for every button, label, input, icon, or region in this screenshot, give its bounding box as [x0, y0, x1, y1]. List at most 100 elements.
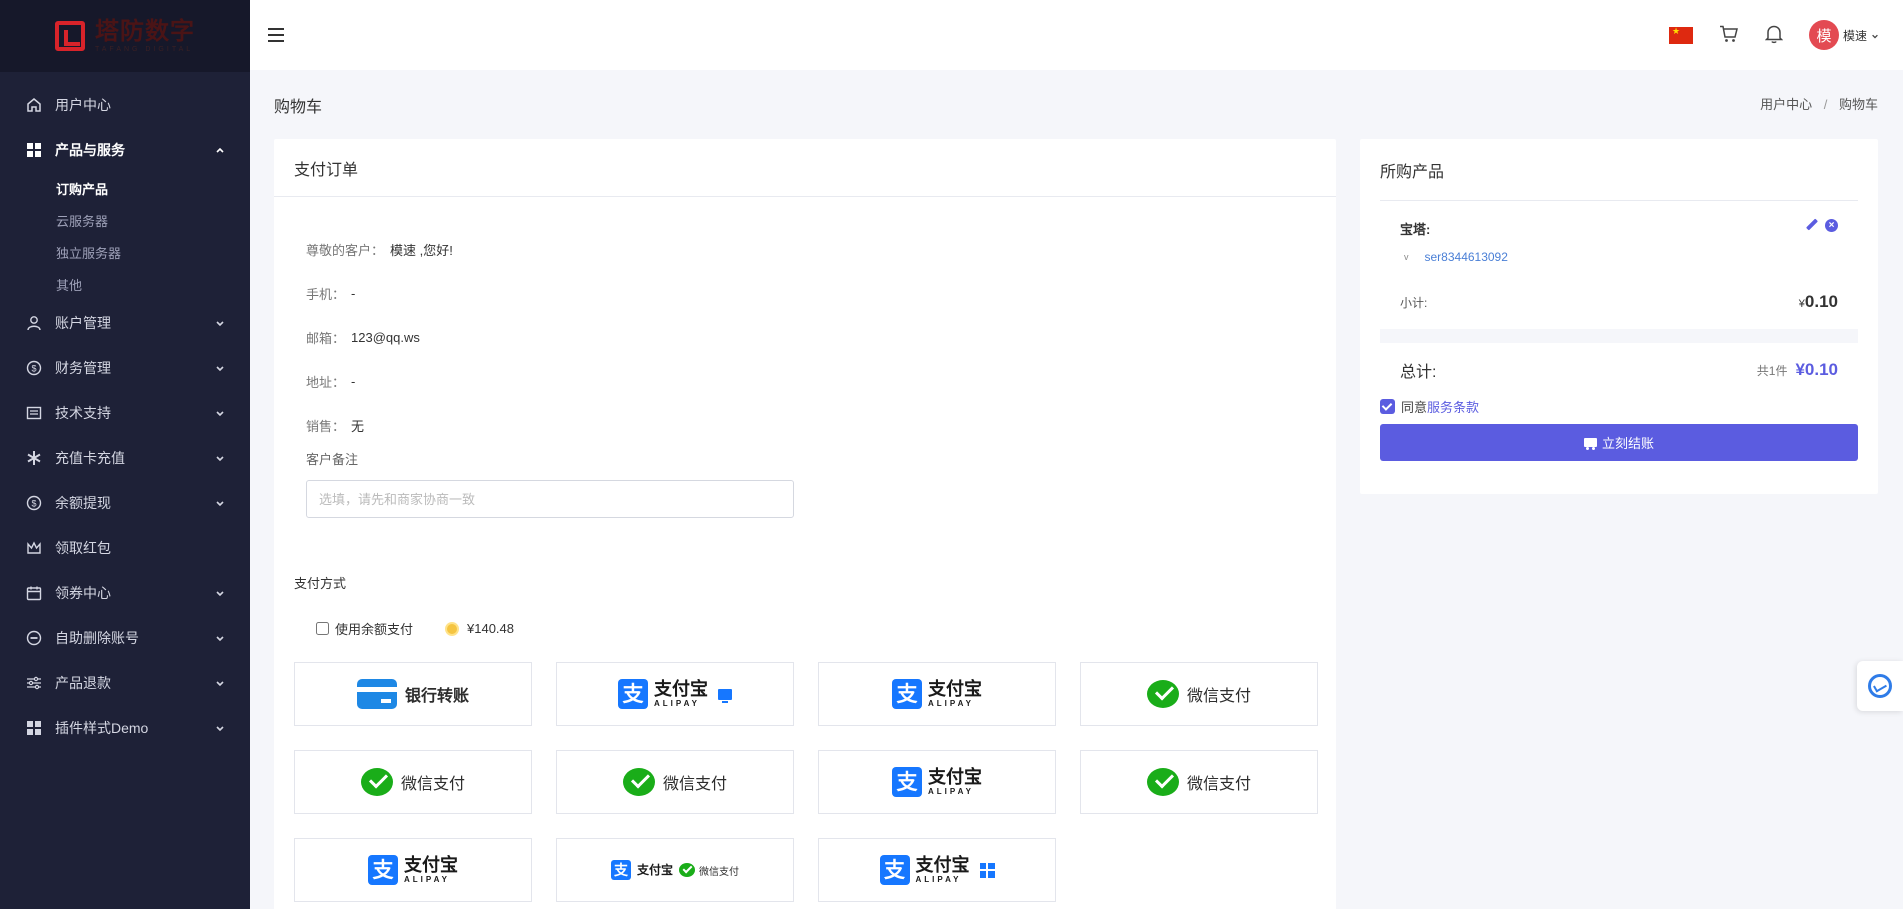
floating-support-button[interactable]: [1857, 661, 1903, 711]
sidebar-subitem-other[interactable]: 其他: [0, 268, 250, 300]
sidebar-item-label: 充值卡充值: [55, 449, 125, 466]
wechat-label: 微信支付: [662, 776, 727, 793]
subtotal-row: 小计: ¥0.10: [1400, 292, 1838, 312]
alipay-icon: 支: [610, 860, 631, 880]
total-count: 共1件: [1756, 363, 1788, 378]
topbar-actions: 模 模速: [1668, 20, 1879, 50]
phone-label: 手机：: [306, 286, 346, 302]
breadcrumb: 用户中心 / 购物车: [1760, 94, 1878, 113]
alipay-icon: 支: [892, 679, 922, 709]
terms-checkbox[interactable]: [1380, 399, 1395, 414]
sidebar-item-recharge-card[interactable]: 充值卡充值: [0, 435, 250, 480]
sidebar-item-account[interactable]: 账户管理: [0, 300, 250, 345]
terms-link[interactable]: 服务条款: [1427, 397, 1479, 416]
alipay-text: 支付宝 ALIPAY: [928, 768, 982, 796]
breadcrumb-link-user-center[interactable]: 用户中心: [1760, 97, 1812, 112]
sidebar-subitem-dedicated[interactable]: 独立服务器: [0, 236, 250, 268]
alipay-en-label: ALIPAY: [404, 875, 451, 884]
checkout-button[interactable]: 立刻结账: [1380, 424, 1858, 461]
balance-pay-label[interactable]: 使用余额支付: [335, 619, 413, 638]
cart-icon[interactable]: [1719, 25, 1739, 46]
sidebar-subitem-cloud[interactable]: 云服务器: [0, 204, 250, 236]
balance-amount: ¥140.48: [467, 621, 515, 636]
sidebar-item-red-packet[interactable]: 领取红包: [0, 525, 250, 570]
payment-order-card: 支付订单 尊敬的客户： 模速 ,您好! 手机： - 邮箱： 123@qq.ws …: [274, 139, 1336, 909]
topbar: 模 模速: [250, 0, 1903, 70]
remark-label: 客户备注: [306, 452, 359, 467]
qr-code-icon: [979, 862, 995, 878]
remove-icon[interactable]: ×: [1825, 219, 1838, 232]
user-menu[interactable]: 模 模速: [1808, 20, 1879, 50]
wechat-logo: 微信支付: [1146, 680, 1251, 708]
sidebar-item-support[interactable]: 技术支持: [0, 390, 250, 435]
sidebar-item-label: 账户管理: [55, 314, 111, 331]
sidebar-item-label: 财务管理: [55, 359, 111, 376]
edit-icon[interactable]: [1805, 219, 1817, 231]
sidebar-item-withdraw[interactable]: $ 余额提现: [0, 480, 250, 525]
phone-row: 手机： -: [306, 271, 1304, 315]
address-row: 地址： -: [306, 359, 1304, 403]
email-row: 邮箱： 123@qq.ws: [306, 315, 1304, 359]
agree-label: 同意: [1401, 400, 1428, 415]
ticket-icon: [25, 404, 43, 422]
wechat-logo: 微信支付: [679, 863, 739, 878]
support-chat-icon: [1868, 674, 1892, 698]
chevron-down-icon: [215, 318, 225, 328]
wechat-logo: 微信支付: [360, 768, 465, 796]
pay-option-wechat[interactable]: 微信支付: [556, 750, 794, 814]
sidebar-item-products[interactable]: 产品与服务: [0, 127, 250, 172]
bank-label: 银行转账: [404, 688, 469, 705]
sidebar-item-finance[interactable]: $ 财务管理: [0, 345, 250, 390]
sidebar-nav: 用户中心 产品与服务 订购产品 云服务器 独立服务器 其他 账户管理 $ 财务管…: [0, 72, 250, 750]
sidebar-item-delete-account[interactable]: 自助删除账号: [0, 615, 250, 660]
pay-option-bank-transfer[interactable]: 银行转账: [294, 662, 532, 726]
sidebar-item-refund[interactable]: 产品退款: [0, 660, 250, 705]
balance-pay-row: 使用余额支付 ¥140.48: [316, 619, 514, 638]
pay-option-alipay[interactable]: 支 支付宝 ALIPAY: [818, 662, 1056, 726]
alipay-en-label: ALIPAY: [915, 875, 962, 884]
brand-logo[interactable]: 塔防数字 TAFANG DIGITAL: [0, 0, 250, 72]
pay-option-alipay-qr[interactable]: 支 支付宝 ALIPAY: [818, 838, 1056, 902]
pay-option-alipay-wechat[interactable]: 支 支付宝 微信支付: [556, 838, 794, 902]
sidebar-item-user-center[interactable]: 用户中心: [0, 82, 250, 127]
sidebar-item-coupons[interactable]: 领券中心: [0, 570, 250, 615]
product-detail-row[interactable]: v ser8344613092: [1400, 250, 1838, 264]
home-icon: [25, 96, 43, 114]
asterisk-icon: [25, 449, 43, 467]
sidebar-subitem-order[interactable]: 订购产品: [0, 172, 250, 204]
china-flag-icon[interactable]: [1668, 26, 1693, 44]
cart-title: 所购产品: [1380, 139, 1858, 201]
sidebar-item-label: 领取红包: [55, 539, 111, 556]
subtotal-value: ¥0.10: [1799, 292, 1838, 312]
wechat-logo: 微信支付: [622, 768, 727, 796]
phone-value: -: [351, 285, 356, 301]
greeting-value: 模速 ,您好!: [390, 242, 453, 258]
pay-option-wechat[interactable]: 微信支付: [294, 750, 532, 814]
sidebar-item-label: 产品退款: [55, 674, 111, 691]
alipay-label: 支付宝: [928, 767, 982, 787]
balance-pay-checkbox[interactable]: [316, 622, 329, 635]
wechat-label: 微信支付: [1186, 776, 1251, 793]
wechat-logo: 微信支付: [1146, 768, 1251, 796]
pay-option-alipay-pc[interactable]: 支 支付宝 ALIPAY: [556, 662, 794, 726]
cart-summary-card: 所购产品 宝塔: × v ser8344613092 小计: ¥0.10 总计:…: [1360, 139, 1878, 494]
wechat-icon: [1146, 768, 1179, 796]
logo-mark-icon: [55, 21, 85, 51]
menu-toggle-icon[interactable]: [268, 28, 284, 42]
sidebar: 塔防数字 TAFANG DIGITAL 用户中心 产品与服务 订购产品 云服务器…: [0, 0, 250, 909]
chevron-down-icon: [215, 498, 225, 508]
cart-product: 宝塔: × v ser8344613092 小计: ¥0.10: [1380, 201, 1858, 312]
pay-option-wechat[interactable]: 微信支付: [1080, 662, 1318, 726]
greeting-label: 尊敬的客户：: [306, 242, 385, 258]
pay-option-alipay[interactable]: 支 支付宝 ALIPAY: [294, 838, 532, 902]
pay-option-wechat[interactable]: 微信支付: [1080, 750, 1318, 814]
remark-input[interactable]: [306, 480, 794, 518]
sidebar-item-plugin-demo[interactable]: 插件样式Demo: [0, 705, 250, 750]
alipay-text: 支付宝: [637, 864, 673, 876]
bell-icon[interactable]: [1764, 24, 1784, 47]
pay-option-alipay[interactable]: 支 支付宝 ALIPAY: [818, 750, 1056, 814]
product-code[interactable]: ser8344613092: [1425, 250, 1508, 264]
chevron-down-icon: [215, 633, 225, 643]
dollar-icon: $: [25, 494, 43, 512]
logo-subtitle: TAFANG DIGITAL: [95, 45, 194, 53]
